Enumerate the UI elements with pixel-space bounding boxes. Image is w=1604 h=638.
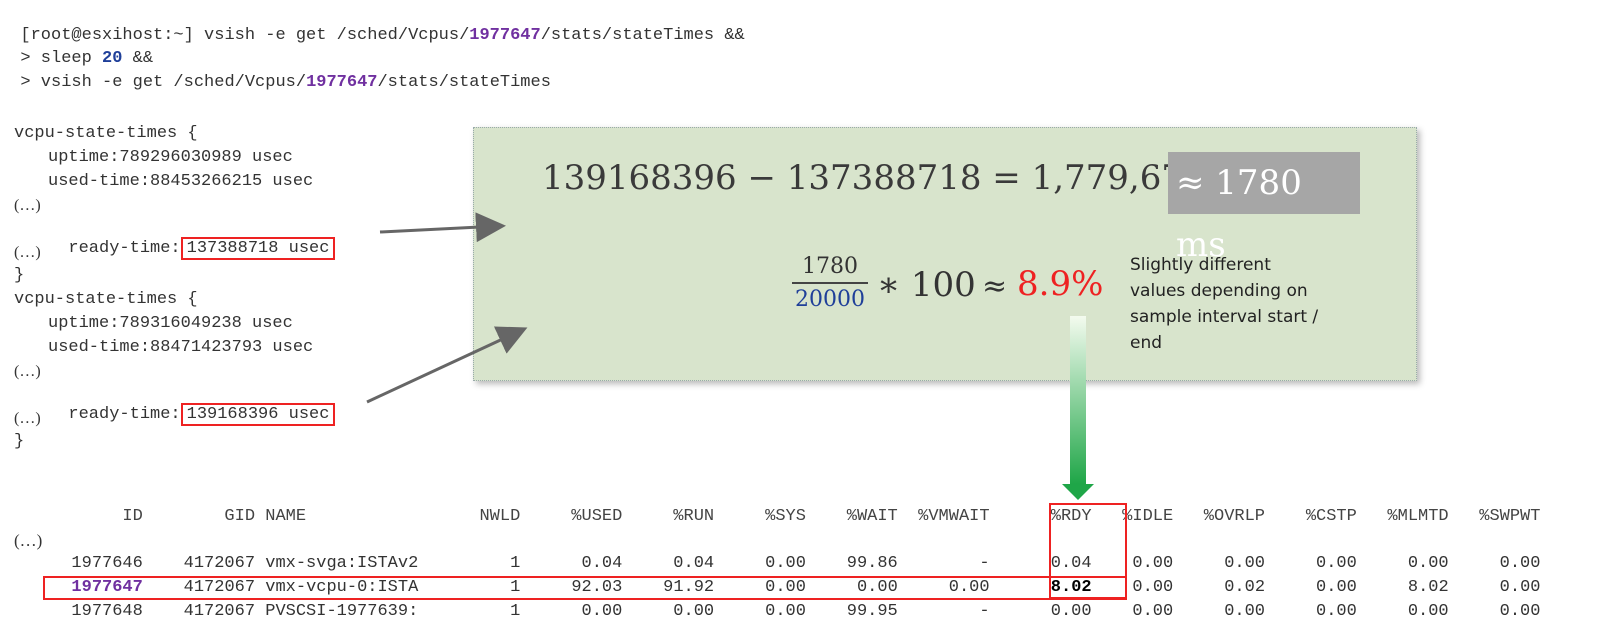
esxtop-headers: ID GID NAME NWLD %USED %RUN %SYS %WAIT %… [0, 507, 1541, 526]
arrow-ready-2 [366, 326, 528, 404]
table-row: 1977648 4172067 PVSCSI-1977639: 1 0.00 0… [0, 602, 1540, 622]
arrows-overlay [366, 212, 1094, 500]
arrow-ready-1 [379, 212, 506, 243]
table-row-text: 1977648 4172067 PVSCSI-1977639: 1 0.00 0… [0, 602, 1541, 621]
green-down-arrow [1062, 316, 1094, 500]
esxtop-header-row: ID GID NAME NWLD %USED %RUN %SYS %WAIT %… [0, 507, 1540, 527]
table-row-text: 1977646 4172067 vmx-svga:ISTAv2 1 0.04 0… [0, 554, 1541, 573]
table-row: 1977646 4172067 vmx-svga:ISTAv2 1 0.04 0… [0, 554, 1540, 574]
vcpu-row-highlight [43, 576, 1127, 600]
ellipsis: (…) [14, 531, 43, 550]
